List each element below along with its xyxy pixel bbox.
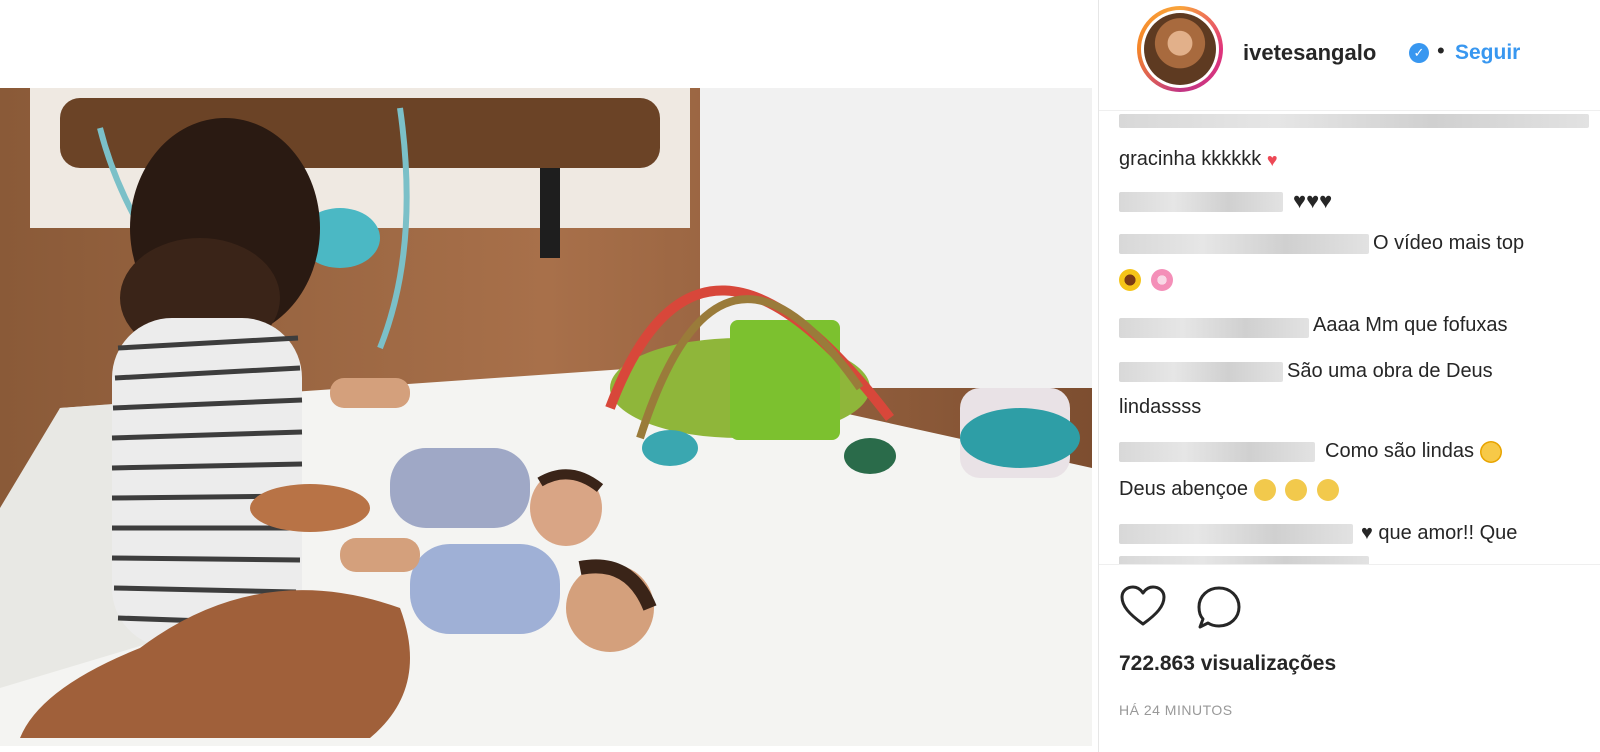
comment-text: Deus abençoe (1119, 478, 1343, 501)
comment-text: gracinha kkkkkk ♥ (1119, 148, 1287, 171)
comments-list[interactable]: gracinha kkkkkk ♥ ♥♥♥ O vídeo mais top A… (1099, 112, 1600, 564)
praying-emoji-icon (1285, 478, 1308, 501)
heart-eyes-emoji-icon (1479, 440, 1502, 463)
video-still (0, 88, 1092, 746)
redacted-comment-text (1119, 114, 1589, 128)
redacted-username (1119, 234, 1369, 254)
comment-bubble-icon[interactable] (1195, 584, 1243, 632)
username[interactable]: ivetesangalo (1243, 40, 1376, 66)
follow-button[interactable]: Seguir (1455, 41, 1520, 65)
actions-divider (1099, 564, 1600, 565)
video-area (0, 0, 1098, 752)
comment-text: lindassss (1119, 396, 1202, 418)
comment-text: Como são lindas (1325, 440, 1506, 463)
verified-badge-icon: ✓ (1409, 43, 1429, 63)
red-heart-emoji-icon: ♥ (1266, 149, 1278, 170)
video-player[interactable] (0, 88, 1092, 746)
cherry-blossom-emoji-icon (1150, 268, 1173, 291)
comment-body: Como são lindas (1325, 440, 1474, 462)
praying-emoji-icon (1316, 478, 1339, 501)
comment-text: ♥ que amor!! Que (1361, 522, 1518, 544)
redacted-username (1119, 524, 1353, 544)
praying-emoji-icon (1253, 478, 1276, 501)
post-timestamp[interactable]: HÁ 24 MINUTOS (1119, 702, 1233, 718)
post-header: ivetesangalo ✓ • Seguir (1099, 0, 1600, 110)
separator-dot: • (1437, 38, 1445, 63)
post-sidebar: ivetesangalo ✓ • Seguir gracinha kkkkkk … (1098, 0, 1600, 752)
comment-text: ♥♥♥ (1293, 188, 1333, 213)
view-count: 722.863 visualizações (1119, 652, 1337, 675)
redacted-username (1119, 362, 1283, 382)
comment-text: São uma obra de Deus (1287, 360, 1493, 382)
sunflower-emoji-icon (1119, 268, 1141, 291)
heart-icon[interactable] (1119, 584, 1167, 628)
redacted-username (1119, 318, 1309, 338)
comment-text: O vídeo mais top (1373, 232, 1525, 254)
comment-body: gracinha kkkkkk (1119, 148, 1262, 170)
avatar[interactable] (1137, 6, 1223, 92)
comment-emojis (1119, 268, 1177, 291)
redacted-username (1119, 192, 1283, 212)
redacted-username (1119, 442, 1315, 462)
redacted-comment-text (1119, 556, 1369, 564)
comment-text: Aaaa Mm que fofuxas (1313, 314, 1508, 336)
comment-body: Deus abençoe (1119, 478, 1248, 500)
header-divider (1099, 110, 1600, 111)
